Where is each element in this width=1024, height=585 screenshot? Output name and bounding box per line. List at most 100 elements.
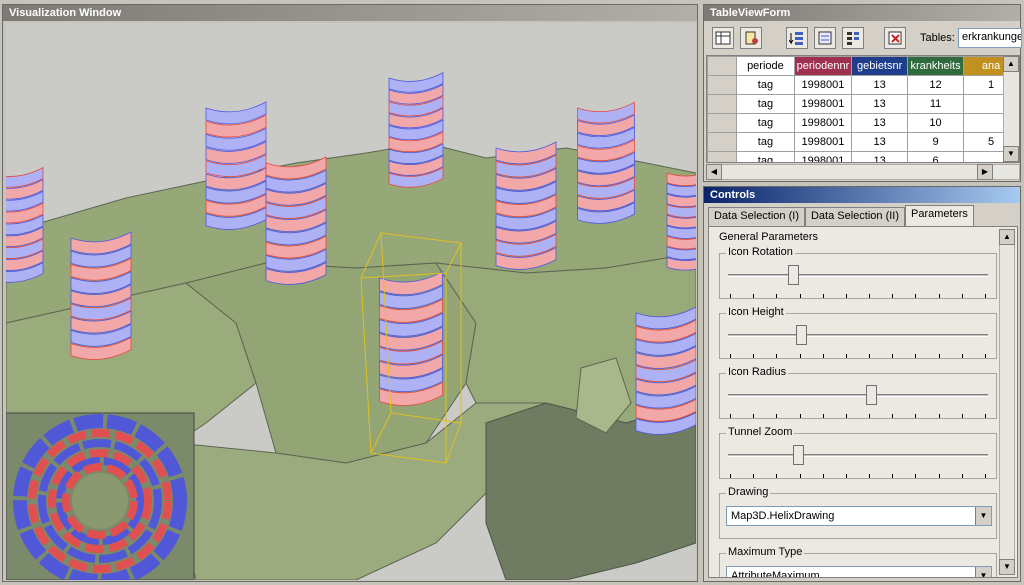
tick-mark — [799, 294, 801, 298]
table-cell[interactable]: 11 — [907, 94, 965, 114]
helix-icon[interactable] — [379, 271, 443, 406]
column-header[interactable]: periode — [736, 56, 795, 76]
tunnel-zoom-thumb[interactable] — [793, 445, 805, 465]
table-row[interactable]: tag 1998001 13 11 — [707, 94, 1019, 114]
table-row[interactable]: tag 1998001 13 10 — [707, 113, 1019, 133]
scroll-up-icon[interactable]: ▲ — [999, 229, 1015, 245]
tick-mark — [984, 294, 986, 298]
row-header[interactable] — [707, 151, 738, 162]
icon-rotation-track[interactable] — [728, 274, 988, 277]
helix-icon[interactable] — [577, 101, 635, 224]
table-cell[interactable]: tag — [736, 151, 795, 162]
tab-data-selection-i[interactable]: Data Selection (I) — [708, 207, 805, 227]
table-cell[interactable]: 1998001 — [793, 132, 853, 152]
icon-rotation-thumb[interactable] — [788, 265, 800, 285]
tunnel-zoom-track[interactable] — [728, 454, 988, 457]
drawing-select[interactable]: Map3D.HelixDrawing ▼ — [726, 506, 992, 526]
list-order-icon[interactable] — [842, 27, 864, 49]
tables-label: Tables: — [920, 32, 955, 44]
delete-table-icon[interactable] — [884, 27, 906, 49]
icon-height-group: Icon Height — [719, 306, 997, 359]
data-grid[interactable]: periode periodennr gebietsnr krankheits ana … — [706, 55, 1020, 163]
table-cell[interactable]: 10 — [907, 113, 965, 133]
table-cell[interactable]: 12 — [907, 75, 965, 95]
grid-horizontal-scrollbar[interactable]: ◀ ▶ — [706, 164, 1020, 180]
grid-vertical-scrollbar[interactable]: ▲ ▼ — [1003, 56, 1019, 162]
helix-icon[interactable] — [635, 306, 696, 435]
properties-icon[interactable] — [814, 27, 836, 49]
table-cell[interactable]: tag — [736, 132, 795, 152]
table-cell[interactable]: 9 — [907, 132, 965, 152]
row-header[interactable] — [707, 94, 738, 114]
tick-mark — [753, 354, 755, 358]
icon-radius-group: Icon Radius — [719, 366, 997, 419]
move-down-icon[interactable] — [786, 27, 808, 49]
tick-mark — [892, 474, 894, 478]
table-row[interactable]: tag 1998001 13 6 — [707, 151, 1019, 162]
table-row[interactable]: tag 1998001 13 12 1 — [707, 75, 1019, 95]
database-icon[interactable] — [740, 27, 762, 49]
helix-icon[interactable] — [70, 231, 132, 360]
tick-mark — [869, 294, 871, 298]
chevron-down-icon[interactable]: ▼ — [975, 507, 991, 525]
table-cell[interactable]: 1998001 — [793, 151, 853, 162]
row-header[interactable] — [707, 132, 738, 152]
tick-mark — [776, 294, 778, 298]
scroll-right-icon[interactable]: ▶ — [977, 164, 993, 180]
scroll-up-icon[interactable]: ▲ — [1003, 56, 1019, 72]
table-cell[interactable]: tag — [736, 94, 795, 114]
helix-icon[interactable] — [495, 141, 557, 270]
drawing-label: Drawing — [726, 486, 771, 498]
table-cell[interactable]: 13 — [851, 94, 909, 114]
table-cell[interactable]: 13 — [851, 151, 909, 162]
icon-radius-thumb[interactable] — [866, 385, 878, 405]
scroll-left-icon[interactable]: ◀ — [706, 164, 722, 180]
tunnel-zoom-ticks — [730, 474, 986, 478]
column-header[interactable]: gebietsnr — [851, 56, 909, 76]
helix-icon[interactable] — [666, 168, 696, 271]
icon-radius-label: Icon Radius — [726, 366, 789, 378]
icon-height-track[interactable] — [728, 334, 988, 337]
table-cell[interactable]: tag — [736, 75, 795, 95]
table-cell[interactable]: 1998001 — [793, 75, 853, 95]
table-cell[interactable]: tag — [736, 113, 795, 133]
tab-data-selection-ii[interactable]: Data Selection (II) — [804, 207, 906, 227]
maximum-type-select[interactable]: AttributeMaximum ▼ — [726, 566, 992, 577]
helix-icon[interactable] — [6, 166, 44, 283]
tick-mark — [730, 294, 731, 298]
table-view-window: TableViewForm Tables: erkrankungen perio… — [703, 4, 1022, 182]
icon-height-ticks — [730, 354, 986, 358]
helix-icon[interactable] — [265, 156, 327, 285]
table-cell[interactable]: 13 — [851, 75, 909, 95]
tick-mark — [845, 414, 847, 418]
column-header[interactable]: krankheits — [907, 56, 965, 76]
chevron-down-icon[interactable]: ▼ — [975, 567, 991, 577]
tables-combobox[interactable]: erkrankungen — [958, 28, 1022, 48]
table-cell[interactable]: 6 — [907, 151, 965, 162]
column-header[interactable]: periodennr — [793, 56, 853, 76]
parameters-scrollbar[interactable]: ▲ ▼ — [999, 229, 1015, 575]
row-header[interactable] — [707, 75, 738, 95]
tick-mark — [915, 414, 917, 418]
helix-icon[interactable] — [205, 101, 267, 230]
row-header[interactable] — [707, 113, 738, 133]
icon-radius-track[interactable] — [728, 394, 988, 397]
grid-view-icon[interactable] — [712, 27, 734, 49]
tick-mark — [869, 414, 871, 418]
tunnel-inset-view — [6, 412, 195, 580]
scroll-down-icon[interactable]: ▼ — [1003, 146, 1019, 162]
icon-height-thumb[interactable] — [795, 325, 807, 345]
table-cell[interactable]: 1998001 — [793, 94, 853, 114]
table-cell[interactable]: 13 — [851, 132, 909, 152]
tick-mark — [822, 294, 824, 298]
table-cell[interactable]: 1998001 — [793, 113, 853, 133]
map-3d-canvas[interactable] — [6, 23, 696, 580]
table-row[interactable]: tag 1998001 13 9 5 — [707, 132, 1019, 152]
scroll-down-icon[interactable]: ▼ — [999, 559, 1015, 575]
drawing-group: Drawing Map3D.HelixDrawing ▼ — [719, 486, 997, 539]
table-cell[interactable]: 13 — [851, 113, 909, 133]
tab-parameters[interactable]: Parameters — [905, 205, 974, 227]
tick-mark — [892, 414, 894, 418]
map-3d-view[interactable] — [6, 23, 696, 580]
helix-icon[interactable] — [388, 71, 444, 188]
